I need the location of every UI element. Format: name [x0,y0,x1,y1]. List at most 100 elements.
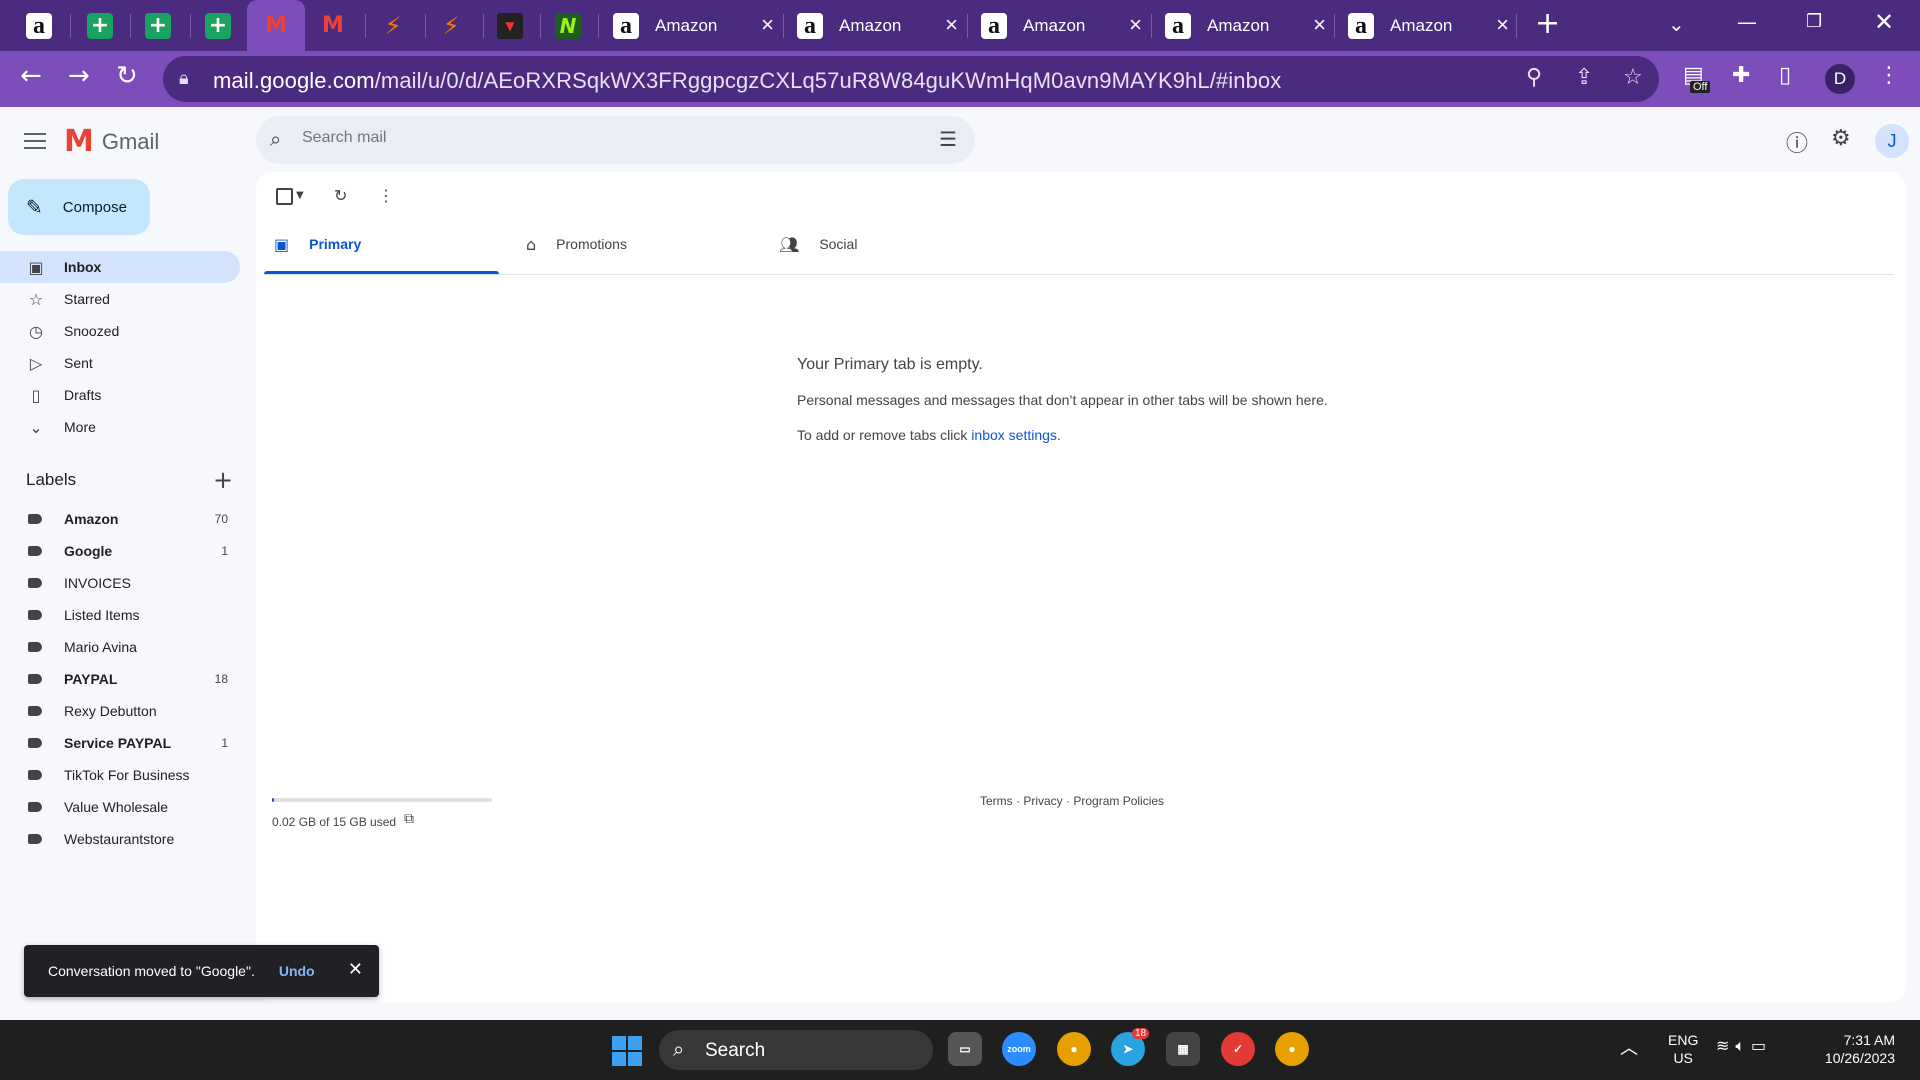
taskbar-search[interactable]: ⌕ Search [659,1030,933,1070]
share-icon[interactable]: ⇪ [1575,65,1593,90]
tab-sheets-2[interactable]: + [145,0,181,51]
tab-orange-app-1[interactable]: ⚡ [380,0,416,51]
url-host: mail.google.com [213,68,375,93]
select-all-checkbox[interactable] [276,188,293,205]
tab-gmail-2[interactable]: M [320,0,356,51]
url-text[interactable]: mail.google.com/mail/u/0/d/AEoRXRSqkWX3F… [213,68,1281,94]
tab-amazon-4[interactable]: a Amazon × [1165,0,1340,51]
browser-profile-avatar[interactable]: D [1825,64,1855,94]
tab-orange-app-2[interactable]: ⚡ [438,0,474,51]
windows-start-icon[interactable] [612,1036,642,1066]
tab-sheets-3[interactable]: + [205,0,241,51]
orange-app-favicon-icon: ⚡ [384,11,402,40]
label-item-listed-items[interactable]: Listed Items [0,599,240,631]
help-icon[interactable]: ⓘ [1786,126,1808,158]
kebab-menu-icon[interactable]: ⋮ [1878,63,1900,88]
minimize-icon[interactable]: — [1737,10,1757,34]
settings-gear-icon[interactable]: ⚙ [1831,126,1851,151]
forward-arrow-icon[interactable]: → [68,61,90,91]
inbox-settings-link[interactable]: inbox settings [971,427,1057,443]
account-avatar[interactable]: J [1875,124,1909,158]
tab-close-icon[interactable]: × [761,12,774,38]
lang-top: ENG [1668,1032,1699,1048]
tab-primary[interactable]: ▣ Primary [274,220,361,268]
puzzle-icon[interactable]: ✚ [1732,63,1750,88]
new-tab-plus-icon[interactable]: + [1535,6,1560,41]
label-item-webstaurantstore[interactable]: Webstaurantstore [0,823,240,855]
restore-icon[interactable]: ❐ [1806,11,1822,32]
terms-link[interactable]: Terms [980,794,1013,808]
label-item-value-wholesale[interactable]: Value Wholesale [0,791,240,823]
tray-chevron-icon[interactable]: ︿ [1620,1034,1638,1060]
label-tag-icon [28,578,42,588]
add-label-plus-icon[interactable]: + [213,466,233,494]
close-window-icon[interactable]: ✕ [1874,8,1894,36]
more-actions-icon[interactable]: ⋮ [378,186,394,205]
label-item-mario-avina[interactable]: Mario Avina [0,631,240,663]
system-tray-icons[interactable]: ≋🔈︎▭ [1716,1036,1772,1056]
tab-amazon-2[interactable]: a Amazon × [797,0,972,51]
bookmark-star-icon[interactable]: ☆ [1623,65,1643,90]
refresh-icon[interactable]: ↻ [334,186,347,205]
tab-amazon-5[interactable]: a Amazon × [1348,0,1523,51]
tab-green-app[interactable]: N [555,0,591,51]
undo-button[interactable]: Undo [279,963,315,979]
tab-close-icon[interactable]: × [1496,12,1509,38]
zoom-icon[interactable]: zoom [1002,1032,1036,1066]
search-icon[interactable]: ⌕ [270,127,281,151]
label-item-service-paypal[interactable]: Service PAYPAL 1 [0,727,240,759]
tab-red-app[interactable]: ▼ [497,0,533,51]
label-item-amazon[interactable]: Amazon 70 [0,503,240,535]
address-bar[interactable]: 🔒︎ mail.google.com/mail/u/0/d/AEoRXRSqkW… [163,56,1659,102]
main-menu-icon[interactable] [24,128,46,154]
open-external-icon[interactable]: ⧉ [404,811,414,827]
sidebar-item-more[interactable]: ⌄ More [0,411,240,443]
label-tag-icon [28,610,42,620]
sidebar-item-drafts[interactable]: ▯ Drafts [0,379,240,411]
settings-prefix: To add or remove tabs click [797,427,972,443]
search-options-icon[interactable]: ☰ [939,127,957,151]
back-arrow-icon[interactable]: ← [20,61,42,91]
side-panel-icon[interactable]: ▯ [1779,63,1791,88]
program-policies-link[interactable]: Program Policies [1073,794,1164,808]
label-name: Listed Items [64,607,140,623]
language-indicator[interactable]: ENG US [1668,1031,1698,1067]
label-item-google[interactable]: Google 1 [0,535,240,567]
search-input[interactable] [300,128,864,148]
close-icon[interactable]: ✕ [348,959,363,980]
sidebar-item-inbox[interactable]: ▣ Inbox [0,251,240,283]
tab-amazon-1[interactable]: a Amazon × [613,0,788,51]
select-dropdown-icon[interactable]: ▼ [296,190,304,201]
tab-promotions[interactable]: ⌂ Promotions [526,220,627,268]
file-explorer-icon[interactable]: ▭ [948,1032,982,1066]
reload-icon[interactable]: ↻ [116,61,138,91]
gmail-logo[interactable]: M Gmail [64,124,159,159]
calculator-icon[interactable]: ▦ [1166,1032,1200,1066]
tab-gmail-active[interactable]: M [247,0,305,51]
clock[interactable]: 7:31 AM 10/26/2023 [1815,1031,1895,1067]
label-tag-icon [28,706,42,716]
tab-close-icon[interactable]: × [1129,12,1142,38]
sidebar-item-sent[interactable]: ▷ Sent [0,347,240,379]
tab-amazon-3[interactable]: a Amazon × [981,0,1156,51]
sidebar-item-snoozed[interactable]: ◷ Snoozed [0,315,240,347]
sidebar-item-starred[interactable]: ☆ Starred [0,283,240,315]
privacy-link[interactable]: Privacy [1023,794,1062,808]
label-item-paypal[interactable]: PAYPAL 18 [0,663,240,695]
tab-close-icon[interactable]: × [945,12,958,38]
zoom-icon[interactable]: ⚲ [1526,65,1542,90]
label-item-invoices[interactable]: INVOICES [0,567,240,599]
tab-search-chevron-icon[interactable]: ⌄ [1668,12,1685,36]
compose-button[interactable]: ✎ Compose [8,179,150,235]
tab-sheets-1[interactable]: + [87,0,123,51]
tasks-icon[interactable]: ✓ [1221,1032,1255,1066]
tab-amazon[interactable]: a [26,0,62,51]
tab-social[interactable]: 👥︎ Social [779,220,857,268]
label-item-rexy-debutton[interactable]: Rexy Debutton [0,695,240,727]
chrome-icon[interactable]: ● [1057,1032,1091,1066]
tab-close-icon[interactable]: × [1313,12,1326,38]
chrome-profile-icon[interactable]: ● [1275,1032,1309,1066]
label-item-tiktok[interactable]: TikTok For Business [0,759,240,791]
clock-icon: ◷ [29,321,43,341]
lock-icon[interactable]: 🔒︎ [179,68,189,89]
